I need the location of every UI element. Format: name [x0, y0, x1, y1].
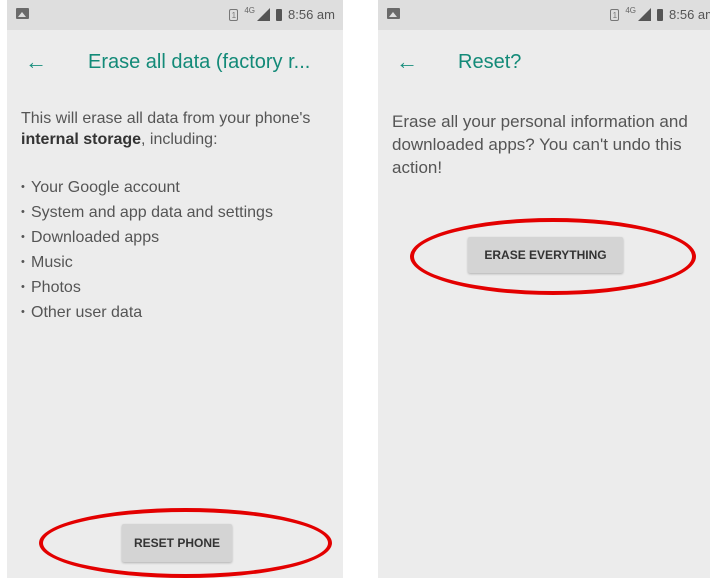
status-icons: 1 4G 8:56 am	[610, 6, 710, 22]
sim-1-icon: 1	[610, 8, 620, 21]
reset-confirmation-text: Erase all your personal information and …	[392, 112, 688, 177]
list-item: Music	[21, 251, 273, 276]
page-title: Erase all data (factory r...	[88, 51, 311, 73]
description-suffix: , including:	[141, 131, 218, 148]
list-item: Your Google account	[21, 176, 273, 201]
sim-1-icon: 1	[229, 8, 239, 21]
back-arrow-icon[interactable]: ←	[394, 49, 420, 75]
description-bold: internal storage	[21, 131, 142, 148]
network-type-label: 4G	[625, 6, 637, 15]
app-bar: ← Reset?	[378, 30, 710, 96]
list-item: System and app data and settings	[21, 201, 273, 226]
highlight-ellipse	[39, 508, 332, 578]
network-type-label: 4G	[244, 6, 256, 15]
erase-items-list: Your Google account System and app data …	[21, 176, 273, 326]
status-bar: 1 4G 8:56 am	[378, 0, 710, 30]
left-phone-screen: 1 4G 8:56 am ← Erase all data (factory r…	[7, 0, 343, 578]
status-icons: 1 4G 8:56 am	[229, 6, 335, 22]
signal-icon	[638, 8, 652, 21]
list-item: Downloaded apps	[21, 226, 273, 251]
highlight-ellipse	[410, 218, 696, 295]
back-arrow-icon[interactable]: ←	[23, 49, 49, 75]
list-item: Other user data	[21, 301, 273, 326]
status-time: 8:56 am	[669, 7, 710, 22]
status-bar: 1 4G 8:56 am	[7, 0, 343, 30]
description-prefix: This will erase all data from your phone…	[21, 110, 311, 127]
list-item: Photos	[21, 276, 273, 301]
signal-icon	[257, 8, 271, 21]
app-bar: ← Erase all data (factory r...	[7, 30, 343, 96]
erase-description: This will erase all data from your phone…	[21, 108, 336, 150]
status-time: 8:56 am	[288, 7, 335, 22]
battery-icon	[276, 8, 283, 21]
page-title: Reset?	[458, 51, 522, 73]
image-notification-icon	[16, 8, 29, 19]
image-notification-icon	[387, 8, 400, 19]
battery-icon	[657, 8, 664, 21]
